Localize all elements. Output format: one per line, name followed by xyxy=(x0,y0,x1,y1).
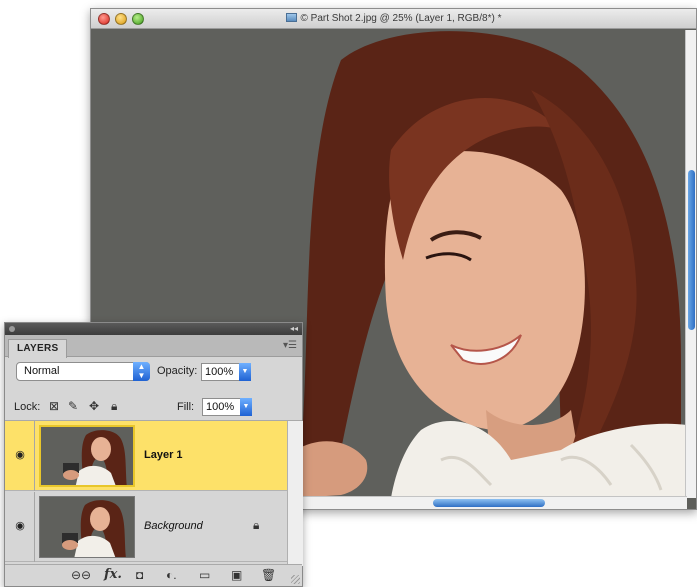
fill-input[interactable]: 100% ▼ xyxy=(202,398,252,416)
opacity-dropdown-icon[interactable]: ▼ xyxy=(239,363,251,381)
layer-row-background[interactable]: ◉ Background 🔒︎ xyxy=(5,492,287,562)
opacity-input[interactable]: 100% ▼ xyxy=(201,363,251,381)
panel-tab-row: LAYERS ▾☰ xyxy=(5,335,302,358)
blend-mode-select[interactable]: Normal ▲ ▼ xyxy=(16,362,150,381)
adjustment-layer-icon[interactable]: ◐. xyxy=(166,568,177,582)
layer-name[interactable]: Layer 1 xyxy=(144,449,183,461)
panel-footer: ⊖⊖ fx. ◘ ◐. ▭ ▣ 🗑︎ xyxy=(5,564,302,586)
document-title-wrap: © Part Shot 2.jpg @ 25% (Layer 1, RGB/8*… xyxy=(91,13,696,24)
layer-thumbnail xyxy=(39,425,135,487)
fill-dropdown-icon[interactable]: ▼ xyxy=(240,398,252,416)
vertical-scrollbar[interactable] xyxy=(685,30,696,498)
link-layers-icon[interactable]: ⊖⊖ xyxy=(71,568,91,582)
tab-layers[interactable]: LAYERS xyxy=(8,339,68,358)
select-arrows-icon: ▲ ▼ xyxy=(133,362,150,381)
lock-position-icon[interactable]: ✥ xyxy=(89,399,99,413)
fill-label: Fill: xyxy=(177,401,195,413)
new-layer-icon[interactable]: ▣ xyxy=(231,568,242,582)
layer-row-layer-1[interactable]: ◉ Layer 1 xyxy=(5,421,287,491)
fx-icon[interactable]: fx. xyxy=(104,568,122,582)
visibility-eye-icon[interactable]: ◉ xyxy=(8,519,32,535)
resize-grip-icon[interactable] xyxy=(291,575,300,584)
lock-all-icon[interactable]: 🔒︎ xyxy=(111,399,117,413)
lock-label: Lock: xyxy=(14,401,41,413)
layer-list-scrollbar[interactable] xyxy=(287,421,303,566)
row-separator xyxy=(34,421,35,491)
row-separator xyxy=(34,492,35,562)
panel-collapse-icon[interactable]: ◂◂ xyxy=(290,323,298,335)
layer-name[interactable]: Background xyxy=(144,520,203,532)
panel-menu-icon[interactable]: ▾☰ xyxy=(283,340,297,351)
layer-mask-icon[interactable]: ◘ xyxy=(136,568,143,582)
lock-transparent-pixels-icon[interactable]: ⊠ xyxy=(49,399,59,413)
panel-close-icon[interactable] xyxy=(9,326,15,332)
layers-panel: ◂◂ LAYERS ▾☰ Normal ▲ ▼ Opacity: 100% ▼ L… xyxy=(4,322,303,587)
visibility-eye-icon[interactable]: ◉ xyxy=(8,448,32,464)
blend-mode-value: Normal xyxy=(24,365,60,377)
document-title: © Part Shot 2.jpg @ 25% (Layer 1, RGB/8*… xyxy=(300,13,502,24)
layer-list: ◉ Layer 1 ◉ Background 🔒︎ xyxy=(5,421,287,566)
layer-lock-icon: 🔒︎ xyxy=(253,518,260,532)
lock-image-pixels-icon[interactable]: ✎ xyxy=(68,399,78,413)
document-file-icon xyxy=(285,13,297,22)
layer-thumbnail xyxy=(39,496,135,558)
panel-titlebar[interactable]: ◂◂ xyxy=(5,323,302,335)
vertical-scroll-thumb[interactable] xyxy=(688,170,695,330)
opacity-label: Opacity: xyxy=(157,365,198,377)
fill-value: 100% xyxy=(206,401,235,413)
opacity-value: 100% xyxy=(205,366,234,378)
new-group-icon[interactable]: ▭ xyxy=(199,568,210,582)
horizontal-scroll-thumb[interactable] xyxy=(433,499,545,507)
document-titlebar[interactable]: © Part Shot 2.jpg @ 25% (Layer 1, RGB/8*… xyxy=(91,9,696,29)
trash-icon[interactable]: 🗑︎ xyxy=(261,568,276,582)
